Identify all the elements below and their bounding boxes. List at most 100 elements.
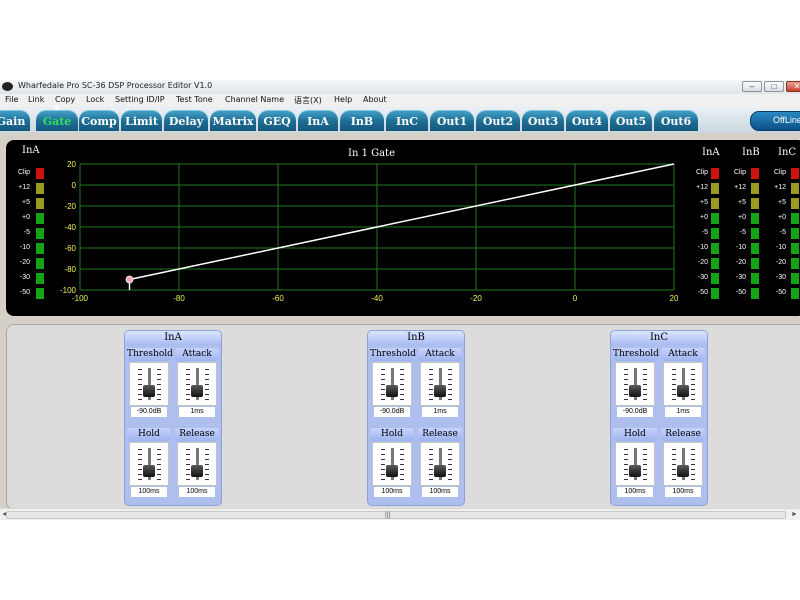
fader-knob[interactable] <box>191 465 203 477</box>
fader-tick <box>624 399 628 400</box>
hold-fader[interactable] <box>372 442 412 486</box>
tab-limit[interactable]: Limit <box>121 110 162 131</box>
threshold-value[interactable]: -90.0dB <box>374 407 410 417</box>
fader-knob[interactable] <box>191 385 203 397</box>
release-value[interactable]: 100ms <box>179 487 215 497</box>
menu-copy[interactable]: Copy <box>55 95 75 104</box>
tab-inc[interactable]: InC <box>386 110 428 131</box>
tab-gain[interactable]: Gain <box>0 110 30 131</box>
hold-value[interactable]: 100ms <box>617 487 653 497</box>
gate-threshold-handle[interactable] <box>125 275 134 284</box>
fader-knob[interactable] <box>386 465 398 477</box>
meter-inc-label: +12 <box>774 184 786 191</box>
fader-knob[interactable] <box>434 385 446 397</box>
fader-knob[interactable] <box>677 385 689 397</box>
x-tick-label: -60 <box>272 294 284 303</box>
scroll-right-arrow-icon[interactable]: ► <box>791 511 798 518</box>
menu-test-tone[interactable]: Test Tone <box>176 95 213 104</box>
tab-ina[interactable]: InA <box>298 110 338 131</box>
fader-tick <box>381 384 385 385</box>
hold-fader[interactable] <box>129 442 169 486</box>
gate-transfer-chart[interactable]: -100 -80 -60 -40 -20 0 20 20 0 -20 -40 -60 -80 -100 <box>50 160 690 304</box>
hold-value[interactable]: 100ms <box>374 487 410 497</box>
attack-fader[interactable] <box>177 362 217 406</box>
meter-ina-left-label: Clip <box>17 169 30 176</box>
release-value[interactable]: 100ms <box>665 487 701 497</box>
release-value[interactable]: 100ms <box>422 487 458 497</box>
meter-ina-left-label: +0 <box>22 214 30 221</box>
threshold-fader[interactable] <box>372 362 412 406</box>
attack-value[interactable]: 1ms <box>665 407 701 417</box>
meter-ina-left-segment <box>36 213 44 224</box>
tab-gate[interactable]: Gate <box>36 106 78 131</box>
threshold-value[interactable]: -90.0dB <box>131 407 167 417</box>
y-tick-label: -20 <box>64 202 76 211</box>
menu-channel-name[interactable]: Channel Name <box>225 95 284 104</box>
offline-button[interactable]: OffLine <box>750 111 800 131</box>
minimize-button[interactable]: – <box>742 81 762 92</box>
threshold-fader[interactable] <box>129 362 169 406</box>
fader-tick <box>429 469 433 470</box>
tab-delay[interactable]: Delay <box>164 110 208 131</box>
meter-inc-label: -30 <box>775 274 786 281</box>
close-button[interactable]: ✕ <box>786 81 800 92</box>
release-fader[interactable] <box>177 442 217 486</box>
tab-out4[interactable]: Out4 <box>566 110 608 131</box>
attack-fader[interactable] <box>420 362 460 406</box>
attack-value[interactable]: 1ms <box>179 407 215 417</box>
tab-out1[interactable]: Out1 <box>430 110 474 131</box>
tab-matrix[interactable]: Matrix <box>210 110 256 131</box>
fader-knob[interactable] <box>386 385 398 397</box>
meter-inc-label: -10 <box>775 244 786 251</box>
tab-comp[interactable]: Comp <box>79 110 119 131</box>
horizontal-scrollbar[interactable]: ◄ ||| ► <box>0 508 800 520</box>
maximize-button[interactable]: □ <box>764 81 784 92</box>
tab-geq[interactable]: GEQ <box>258 110 296 131</box>
tab-out2[interactable]: Out2 <box>476 110 520 131</box>
fader-knob[interactable] <box>143 385 155 397</box>
menu-setting-id-ip[interactable]: Setting ID/IP <box>115 95 165 104</box>
x-tick-label: -40 <box>371 294 383 303</box>
fader-tick <box>643 394 647 395</box>
fader-tick <box>205 464 209 465</box>
hold-value[interactable]: 100ms <box>131 487 167 497</box>
meter-inb-segment <box>751 183 759 194</box>
menu-link[interactable]: Link <box>28 95 44 104</box>
attack-fader[interactable] <box>663 362 703 406</box>
release-fader[interactable] <box>663 442 703 486</box>
fader-tick <box>624 464 628 465</box>
meter-ina-left-label: -10 <box>19 244 30 251</box>
tab-out6[interactable]: Out6 <box>654 110 698 131</box>
fader-tick <box>448 459 452 460</box>
fader-knob[interactable] <box>677 465 689 477</box>
fader-knob[interactable] <box>629 385 641 397</box>
meter-inc-label: -50 <box>775 289 786 296</box>
meter-ina-left-label: +12 <box>18 184 30 191</box>
menu-help[interactable]: Help <box>334 95 352 104</box>
menu-file[interactable]: File <box>5 95 18 104</box>
fader-tick <box>643 459 647 460</box>
fader-tick <box>624 479 628 480</box>
menu-language[interactable]: 语言(X) <box>294 95 322 106</box>
tab-out5[interactable]: Out5 <box>610 110 652 131</box>
scroll-thumb[interactable]: ||| <box>6 511 786 519</box>
fader-knob[interactable] <box>143 465 155 477</box>
x-tick-label: -20 <box>470 294 482 303</box>
menu-lock[interactable]: Lock <box>86 95 104 104</box>
threshold-fader[interactable] <box>615 362 655 406</box>
hold-fader[interactable] <box>615 442 655 486</box>
channel-strip-ina: InA Threshold -90.0dB Attack 1ms Hold 100ms Rel… <box>125 331 221 505</box>
fader-knob[interactable] <box>434 465 446 477</box>
menu-about[interactable]: About <box>363 95 387 104</box>
meter-inb-segment <box>751 168 759 179</box>
threshold-value[interactable]: -90.0dB <box>617 407 653 417</box>
meter-inc-label: -5 <box>779 229 786 236</box>
fader-knob[interactable] <box>629 465 641 477</box>
tab-inb[interactable]: InB <box>340 110 384 131</box>
attack-value[interactable]: 1ms <box>422 407 458 417</box>
tab-out3[interactable]: Out3 <box>522 110 564 131</box>
release-label: Release <box>418 428 462 441</box>
release-fader[interactable] <box>420 442 460 486</box>
y-tick-label: 20 <box>67 160 76 169</box>
meter-ina-segment <box>711 273 719 284</box>
